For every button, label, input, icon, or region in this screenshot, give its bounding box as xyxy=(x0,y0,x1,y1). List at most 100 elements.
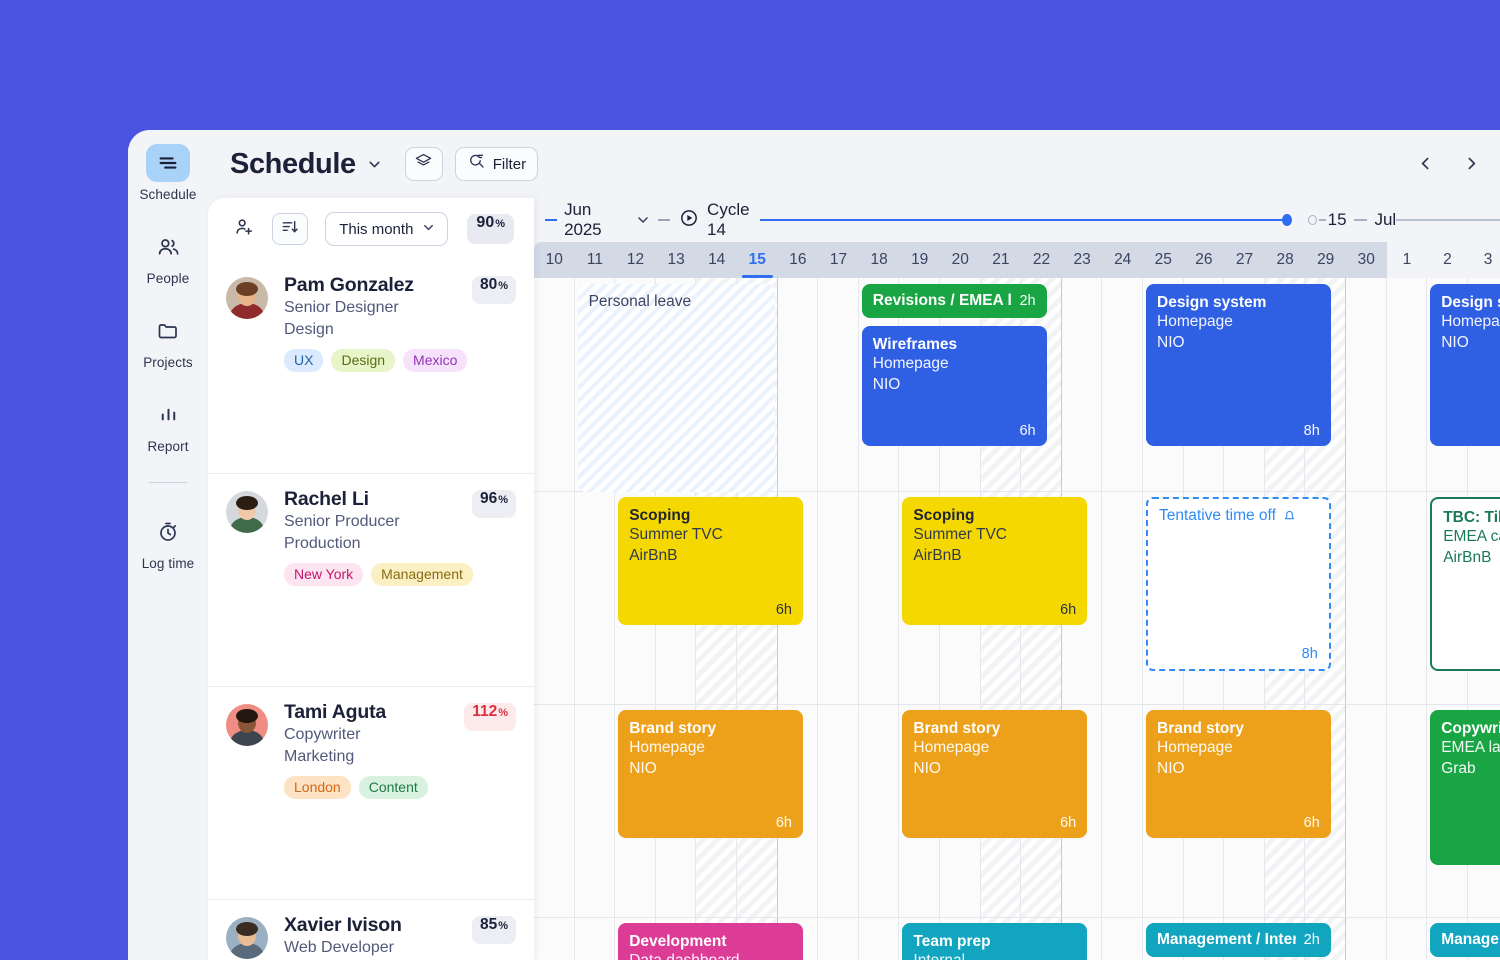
person-tags: London Content xyxy=(284,776,516,800)
person-tag[interactable]: Mexico xyxy=(403,349,468,373)
task-card[interactable]: Management / Inter 2h xyxy=(1146,923,1331,957)
person-utilization-badge: 85% xyxy=(471,916,516,944)
date-cell[interactable]: 16 xyxy=(778,242,819,278)
task-card[interactable]: Personal leave xyxy=(577,284,775,492)
task-card[interactable]: Managem xyxy=(1430,923,1500,957)
period-utilization-badge: 90 % xyxy=(467,214,514,244)
grid-column[interactable] xyxy=(534,278,575,960)
person-utilization-value: 80 xyxy=(479,276,498,293)
task-card[interactable]: Copywri EMEA la Grab xyxy=(1430,710,1500,865)
content-area: Schedule Filter This month 90 % Pam Gonz… xyxy=(208,130,1500,960)
chevron-down-icon[interactable] xyxy=(635,212,651,228)
sort-descending-icon xyxy=(280,217,300,242)
task-card[interactable]: Brand story Homepage NIO 6h xyxy=(902,710,1088,838)
person-tag[interactable]: UX xyxy=(284,349,324,373)
person-tag[interactable]: New York xyxy=(284,563,364,587)
task-card[interactable]: Brand story Homepage NIO 6h xyxy=(1146,710,1331,838)
date-cell[interactable]: 22 xyxy=(1021,242,1062,278)
task-hours: 2h xyxy=(1019,293,1036,309)
task-card[interactable]: Brand story Homepage NIO 6h xyxy=(618,710,803,838)
person-row[interactable]: Xavier Ivison Web Developer 85% xyxy=(208,899,534,960)
date-cell[interactable]: 25 xyxy=(1143,242,1184,278)
chevron-down-icon[interactable] xyxy=(366,156,383,173)
task-hours: 8h xyxy=(1301,646,1318,662)
task-card[interactable]: Wireframes Homepage NIO 6h xyxy=(861,326,1047,446)
date-cell[interactable]: 10 xyxy=(534,242,575,278)
layers-button[interactable] xyxy=(404,147,443,181)
date-cell[interactable]: 1 xyxy=(1387,242,1428,278)
date-cell[interactable]: 28 xyxy=(1265,242,1306,278)
task-card[interactable]: Design system Homepage NIO 8h xyxy=(1146,284,1331,446)
date-cell[interactable]: 27 xyxy=(1224,242,1265,278)
sidebar-item-projects[interactable]: Projects xyxy=(132,312,204,370)
date-cell[interactable]: 29 xyxy=(1305,242,1346,278)
task-title: Personal leave xyxy=(588,293,692,310)
person-department: Marketing xyxy=(284,748,355,766)
task-project: Data dashboard xyxy=(629,951,792,960)
grid-column[interactable] xyxy=(818,278,859,960)
task-card[interactable]: Team prepInternal xyxy=(902,923,1088,960)
add-person-icon xyxy=(233,216,255,243)
task-card[interactable]: Tentative time off 8h xyxy=(1146,497,1331,671)
cycle-end-marker: 15 xyxy=(1327,210,1347,229)
date-cell[interactable]: 12 xyxy=(615,242,656,278)
date-cell[interactable]: 21 xyxy=(981,242,1022,278)
date-cell[interactable]: 24 xyxy=(1102,242,1143,278)
people-toolbar: This month 90 % xyxy=(208,198,534,260)
person-row[interactable]: Tami Aguta Copywriter Marketing London Conte… xyxy=(208,686,534,899)
prev-period-button[interactable] xyxy=(1410,148,1440,178)
date-cell[interactable]: 11 xyxy=(575,242,616,278)
task-client: AirBnB xyxy=(1443,548,1492,566)
add-person-button[interactable] xyxy=(226,213,262,245)
sidebar-nav: Schedule People Projects Report Log time xyxy=(128,130,208,960)
task-project: EMEA la xyxy=(1441,739,1500,757)
task-title: Scoping xyxy=(629,507,691,524)
next-period-button[interactable] xyxy=(1456,148,1486,178)
grid-column[interactable] xyxy=(1102,278,1143,960)
sidebar-item-report[interactable]: Report xyxy=(132,396,204,454)
date-cell[interactable]: 2 xyxy=(1427,242,1468,278)
sidebar-item-log-time[interactable]: Log time xyxy=(132,513,204,571)
person-tag[interactable]: Design xyxy=(331,349,396,373)
date-cell[interactable]: 17 xyxy=(818,242,859,278)
date-cell[interactable]: 15 xyxy=(737,242,778,278)
person-row[interactable]: Rachel Li Senior Producer Production New Yo… xyxy=(208,473,534,686)
task-card[interactable]: Scoping Summer TVC AirBnB 6h xyxy=(902,497,1088,625)
date-cell[interactable]: 18 xyxy=(859,242,900,278)
task-card[interactable]: Scoping Summer TVC AirBnB 6h xyxy=(618,497,803,625)
grid-column[interactable] xyxy=(1387,278,1428,960)
task-card[interactable]: TBC: Tik EMEA ca AirBnB xyxy=(1430,497,1500,671)
period-select[interactable]: This month xyxy=(325,212,449,246)
task-title: Scoping xyxy=(913,507,975,524)
task-hours: 6h xyxy=(1303,815,1320,831)
person-utilization-badge: 80% xyxy=(471,276,516,304)
person-tag[interactable]: Content xyxy=(358,776,428,800)
sidebar-item-schedule[interactable]: Schedule xyxy=(132,144,204,202)
grid-column[interactable] xyxy=(1346,278,1387,960)
person-tag[interactable]: Management xyxy=(371,563,473,587)
person-row[interactable]: Pam Gonzalez Senior Designer Design UX Desig… xyxy=(208,260,534,473)
filter-button[interactable]: Filter xyxy=(454,147,539,181)
month-label: Jun xyxy=(564,200,592,219)
date-cell[interactable]: 30 xyxy=(1346,242,1387,278)
task-card[interactable]: DevelopmentData dashboard xyxy=(618,923,803,960)
date-cell[interactable]: 23 xyxy=(1062,242,1103,278)
avatar xyxy=(226,491,268,533)
date-cell[interactable]: 19 xyxy=(899,242,940,278)
task-project: Homepage xyxy=(1441,313,1500,331)
date-cell[interactable]: 3 xyxy=(1468,242,1500,278)
date-cell[interactable]: 26 xyxy=(1184,242,1225,278)
date-cell[interactable]: 14 xyxy=(696,242,737,278)
task-project: Homepage xyxy=(629,739,706,757)
sidebar-label-people: People xyxy=(146,271,190,286)
task-card[interactable]: Design system Homepage NIO xyxy=(1430,284,1500,446)
people-list: Pam Gonzalez Senior Designer Design UX Desig… xyxy=(208,260,534,960)
cycle-indicator[interactable]: Cycle 14 xyxy=(679,200,760,240)
date-cell[interactable]: 13 xyxy=(656,242,697,278)
date-cell[interactable]: 20 xyxy=(940,242,981,278)
person-tag[interactable]: London xyxy=(284,776,351,800)
sidebar-item-people[interactable]: People xyxy=(132,228,204,286)
sort-button[interactable] xyxy=(272,213,308,245)
task-card[interactable]: Revisions / EMEA la 2h xyxy=(861,284,1047,318)
app-window: Schedule People Projects Report Log time… xyxy=(128,130,1500,960)
